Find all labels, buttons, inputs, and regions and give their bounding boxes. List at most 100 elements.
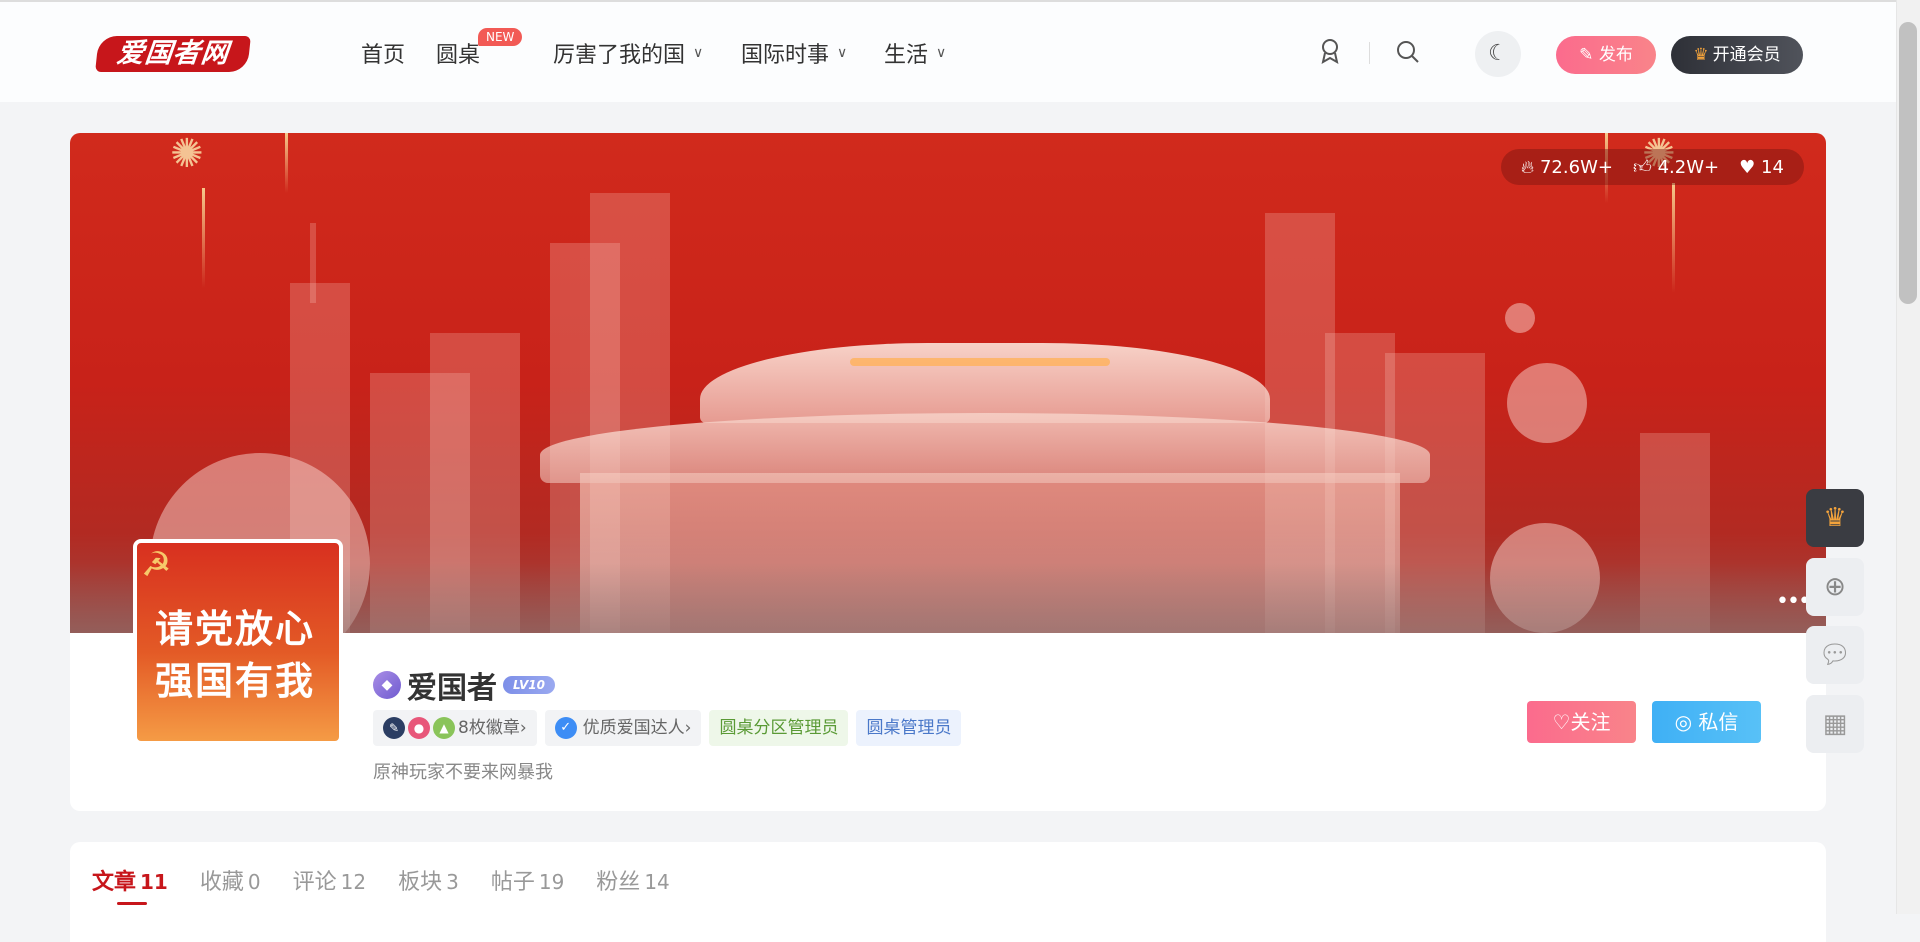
add-circle-icon: ⊕ bbox=[1824, 572, 1846, 602]
firework-streak bbox=[285, 133, 288, 193]
tab-label: 文章 bbox=[92, 870, 137, 895]
tab-label: 板块 bbox=[398, 870, 443, 895]
tab-count: 0 bbox=[247, 870, 261, 894]
tab-comments[interactable]: 评论 12 bbox=[293, 864, 366, 905]
avatar-slogan: 请党放心强国有我 bbox=[155, 606, 316, 703]
fire-icon: 🔥︎ bbox=[1521, 156, 1535, 178]
site-logo[interactable]: 爱国者网 bbox=[95, 36, 251, 72]
tab-favorites[interactable]: 收藏 0 bbox=[200, 864, 261, 905]
thumbs-up-icon: 👍︎ bbox=[1633, 157, 1652, 178]
top-header: 爱国者网 首页 圆桌 NEW 厉害了我的国 ∨ 国际时事 ∨ 生活 ∨ ☾ ✎ 发布 … bbox=[0, 0, 1896, 102]
new-badge: NEW bbox=[478, 28, 523, 46]
header-divider bbox=[1369, 42, 1370, 64]
user-bio: 原神玩家不要来网暴我 bbox=[373, 762, 553, 783]
tab-count: 3 bbox=[446, 870, 459, 894]
tab-posts[interactable]: 帖子 19 bbox=[491, 864, 564, 905]
crown-icon: ♛ bbox=[1823, 503, 1847, 533]
vip-label: 开通会员 bbox=[1712, 45, 1781, 65]
badge-icon: ✎ bbox=[383, 717, 405, 739]
role-tag: 圆桌管理员 bbox=[856, 710, 962, 746]
views-stat: 🔥︎ 72.6W+ bbox=[1521, 157, 1613, 178]
tab-count: 19 bbox=[538, 870, 565, 894]
profile-stats: 🔥︎ 72.6W+ 👍︎ 4.2W+ ♥ 14 bbox=[1501, 149, 1804, 185]
nav-home-label: 首页 bbox=[361, 43, 406, 68]
chat-icon: ◎ bbox=[1674, 710, 1693, 734]
chevron-down-icon: ∨ bbox=[936, 45, 947, 61]
tab-label: 评论 bbox=[292, 870, 337, 895]
award-icon[interactable] bbox=[1319, 38, 1341, 70]
nav-roundtable[interactable]: 圆桌 bbox=[436, 35, 480, 71]
views-value: 72.6W+ bbox=[1539, 156, 1613, 178]
firework-streak bbox=[1672, 183, 1675, 293]
wechat-float-button[interactable]: 💬︎ bbox=[1806, 626, 1864, 684]
scrollbar-thumb[interactable] bbox=[1899, 22, 1917, 304]
tab-count: 12 bbox=[340, 870, 367, 894]
message-button[interactable]: ◎ 私信 bbox=[1652, 701, 1761, 743]
nav-country-label: 厉害了我的国 bbox=[553, 43, 686, 68]
party-emblem-icon: ☭ bbox=[141, 545, 172, 585]
nav-world[interactable]: 国际时事 ∨ bbox=[741, 35, 847, 71]
nav-life-label: 生活 bbox=[884, 43, 929, 68]
add-float-button[interactable]: ⊕ bbox=[1806, 558, 1864, 616]
tab-label: 帖子 bbox=[490, 870, 535, 895]
tab-boards[interactable]: 板块 3 bbox=[398, 864, 459, 905]
verified-icon: ✓ bbox=[554, 717, 577, 739]
favorites-stat: ♥ 14 bbox=[1739, 157, 1784, 178]
content-tabs: 文章 11 收藏 0 评论 12 板块 3 帖子 19 粉丝 14 bbox=[92, 864, 670, 905]
theme-toggle[interactable]: ☾ bbox=[1475, 31, 1521, 77]
vip-button[interactable]: ♛ 开通会员 bbox=[1671, 36, 1803, 74]
tower-ball bbox=[1507, 363, 1587, 443]
tab-count: 11 bbox=[140, 870, 168, 894]
badges-label: 8枚徽章 bbox=[458, 718, 520, 738]
profile-tags: ✎ ● ▲ 8枚徽章 › ✓ 优质爱国达人 › 圆桌分区管理员 圆桌管理员 bbox=[373, 710, 962, 746]
expert-tag[interactable]: ✓ 优质爱国达人 › bbox=[544, 710, 702, 746]
content-tabs-card: 文章 11 收藏 0 评论 12 板块 3 帖子 19 粉丝 14 bbox=[70, 842, 1826, 942]
crown-icon: ♛ bbox=[1693, 45, 1709, 65]
tab-articles[interactable]: 文章 11 bbox=[92, 864, 168, 905]
palace-glow bbox=[850, 358, 1110, 366]
expert-label: 优质爱国达人 bbox=[582, 718, 685, 738]
nav-life[interactable]: 生活 ∨ bbox=[884, 35, 946, 71]
chevron-right-icon: › bbox=[684, 718, 692, 738]
tab-label: 粉丝 bbox=[596, 870, 641, 895]
follow-button[interactable]: ♡关注 bbox=[1527, 701, 1636, 743]
level-badge: LV10 bbox=[503, 676, 555, 694]
heart-outline-icon: ♡ bbox=[1552, 710, 1571, 734]
palace-top bbox=[700, 343, 1270, 423]
tab-count: 14 bbox=[644, 870, 670, 894]
tab-label: 收藏 bbox=[199, 870, 244, 895]
wechat-icon: 💬︎ bbox=[1818, 640, 1852, 670]
pencil-icon: ✎ bbox=[1579, 45, 1594, 65]
username: 爱国者 bbox=[407, 671, 497, 706]
firework-streak bbox=[202, 188, 205, 288]
tower-spire bbox=[310, 223, 316, 303]
chevron-right-icon: › bbox=[519, 718, 527, 738]
badge-icon: ● bbox=[408, 717, 430, 739]
nav-home[interactable]: 首页 bbox=[361, 35, 405, 71]
tower-ball bbox=[1505, 303, 1535, 333]
likes-stat: 👍︎ 4.2W+ bbox=[1633, 156, 1719, 178]
nav-country[interactable]: 厉害了我的国 ∨ bbox=[553, 35, 703, 71]
chevron-down-icon: ∨ bbox=[693, 45, 704, 61]
likes-value: 4.2W+ bbox=[1657, 157, 1720, 178]
publish-label: 发布 bbox=[1598, 45, 1633, 65]
vip-float-button[interactable]: ♛ bbox=[1806, 489, 1864, 547]
nav-roundtable-label: 圆桌 bbox=[436, 43, 481, 68]
moon-icon: ☾ bbox=[1488, 41, 1508, 66]
chevron-down-icon: ∨ bbox=[837, 45, 848, 61]
favorites-value: 14 bbox=[1761, 156, 1784, 178]
search-icon[interactable] bbox=[1396, 40, 1420, 70]
badges-tag[interactable]: ✎ ● ▲ 8枚徽章 › bbox=[373, 710, 537, 746]
heart-icon: ♥ bbox=[1739, 156, 1756, 178]
qrcode-icon: ▦ bbox=[1822, 709, 1848, 739]
profile-card: ✺ ✺ 🔥︎ 72.6W+ 👍︎ 4.2W+ ♥ 14 ••• ☭ 请党放心强国… bbox=[70, 133, 1826, 811]
nav-world-label: 国际时事 bbox=[741, 43, 830, 68]
role-tag: 圆桌分区管理员 bbox=[709, 710, 849, 746]
more-options-icon[interactable]: ••• bbox=[1776, 589, 1811, 614]
username-row: ◆ 爱国者 LV10 bbox=[373, 663, 555, 707]
qrcode-float-button[interactable]: ▦ bbox=[1806, 695, 1864, 753]
firework-icon: ✺ bbox=[170, 133, 204, 177]
avatar[interactable]: ☭ 请党放心强国有我 bbox=[133, 539, 343, 745]
publish-button[interactable]: ✎ 发布 bbox=[1556, 36, 1656, 74]
tab-fans[interactable]: 粉丝 14 bbox=[596, 864, 669, 905]
